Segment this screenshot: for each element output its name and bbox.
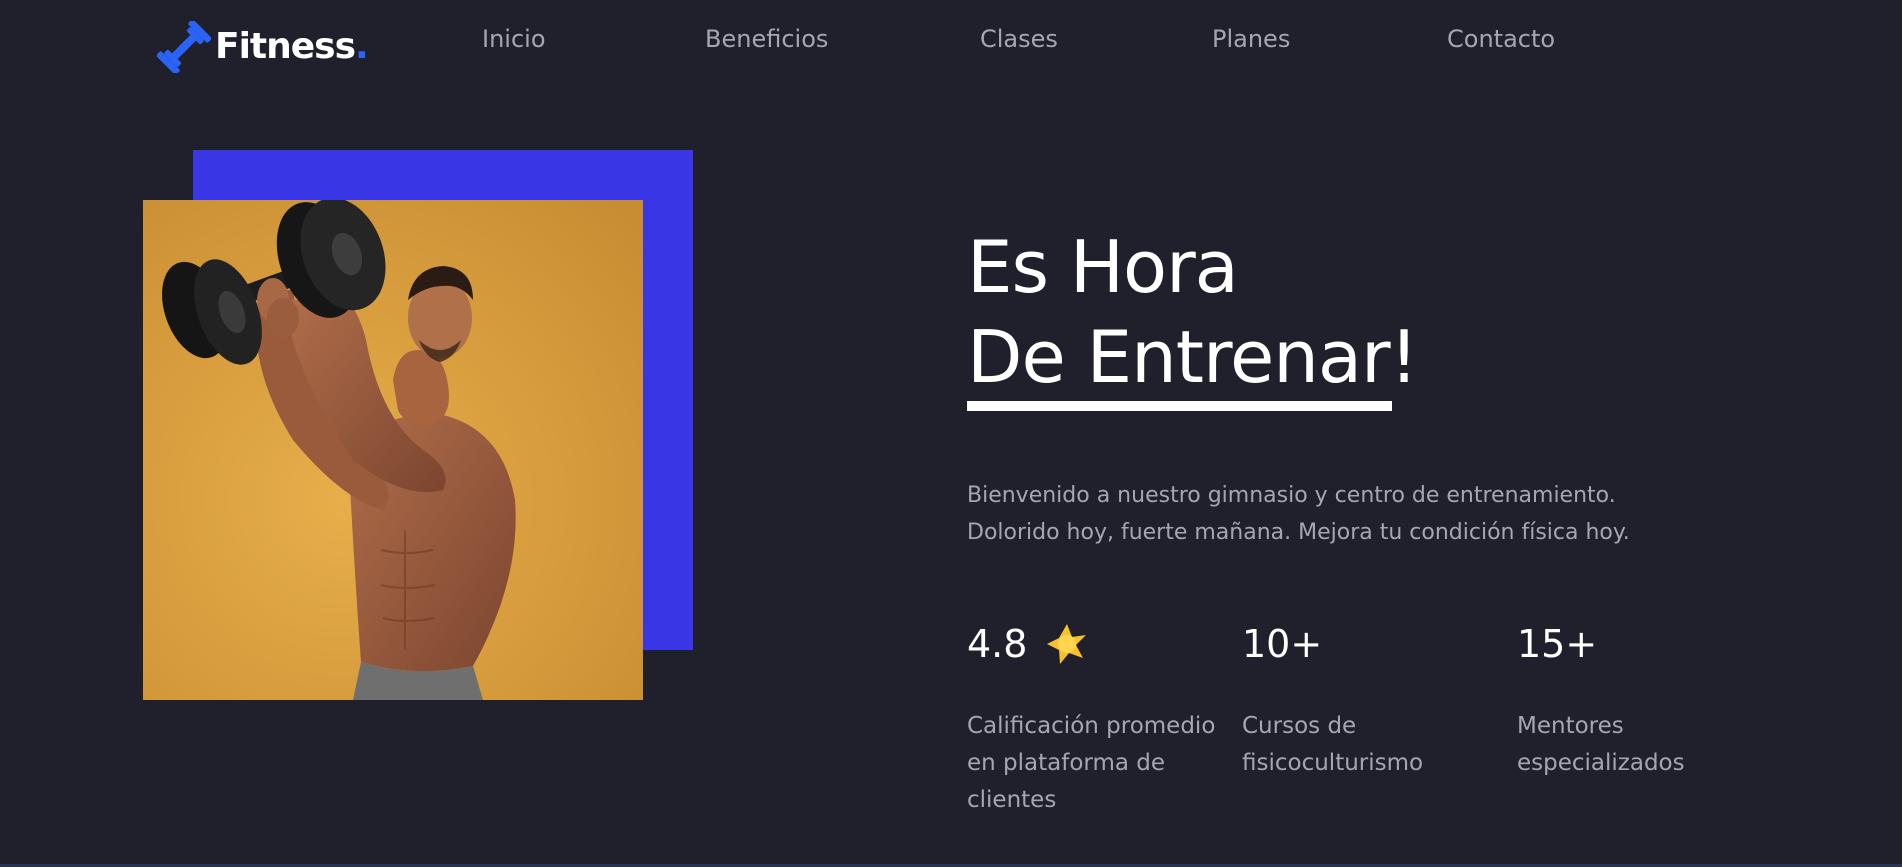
stat-mentors-label-line-2: especializados: [1517, 750, 1685, 776]
stat-mentors-value: 15+: [1517, 622, 1598, 666]
stat-rating-label-line-1: Calificación promedio: [967, 713, 1216, 739]
logo-dot: .: [355, 26, 369, 67]
stat-rating-label: Calificación promedio en plataforma de c…: [967, 708, 1227, 819]
nav-link-contacto[interactable]: Contacto: [1447, 22, 1555, 56]
stat-courses-label-line-1: Cursos de: [1242, 713, 1357, 739]
stat-mentors-label-line-1: Mentores: [1517, 713, 1624, 739]
hero-title-line-1: Es Hora: [967, 225, 1239, 309]
stat-rating-label-line-3: clientes: [967, 787, 1057, 813]
nav-link-beneficios[interactable]: Beneficios: [705, 22, 828, 56]
stat-courses: 10+ Cursos de fisicoculturismo: [1242, 620, 1502, 782]
star-icon: [1047, 624, 1087, 664]
stat-mentors-label: Mentores especializados: [1517, 708, 1777, 782]
hero-title-underline: [967, 401, 1392, 411]
logo-text: Fitness: [215, 26, 356, 67]
stat-rating-value: 4.8: [967, 622, 1028, 666]
fitness-logo[interactable]: Fitness.: [157, 21, 369, 73]
stat-rating-label-line-2: en plataforma de: [967, 750, 1166, 776]
hero-description: Bienvenido a nuestro gimnasio y centro d…: [967, 477, 1687, 551]
hero-description-line-1: Bienvenido a nuestro gimnasio y centro d…: [967, 483, 1616, 508]
stat-mentors: 15+ Mentores especializados: [1517, 620, 1777, 782]
stat-courses-label-line-2: fisicoculturismo: [1242, 750, 1424, 776]
hero-title: Es Hora De Entrenar!: [967, 222, 1419, 402]
stat-courses-label: Cursos de fisicoculturismo: [1242, 708, 1502, 782]
nav-link-inicio[interactable]: Inicio: [482, 22, 546, 56]
hero-description-line-2: Dolorido hoy, fuerte mañana. Mejora tu c…: [967, 520, 1630, 545]
stat-courses-value: 10+: [1242, 622, 1323, 666]
stat-rating: 4.8 Calificación promedio en plataforma …: [967, 620, 1227, 819]
nav-link-planes[interactable]: Planes: [1212, 22, 1290, 56]
nav-link-clases[interactable]: Clases: [980, 22, 1058, 56]
hero-title-line-2: De Entrenar!: [967, 315, 1419, 399]
dumbbell-logo-icon: [157, 21, 211, 73]
man-lifting-dumbbell-photo: [143, 200, 643, 700]
landing-page: Fitness. Inicio Beneficios Clases Planes…: [0, 0, 1902, 867]
